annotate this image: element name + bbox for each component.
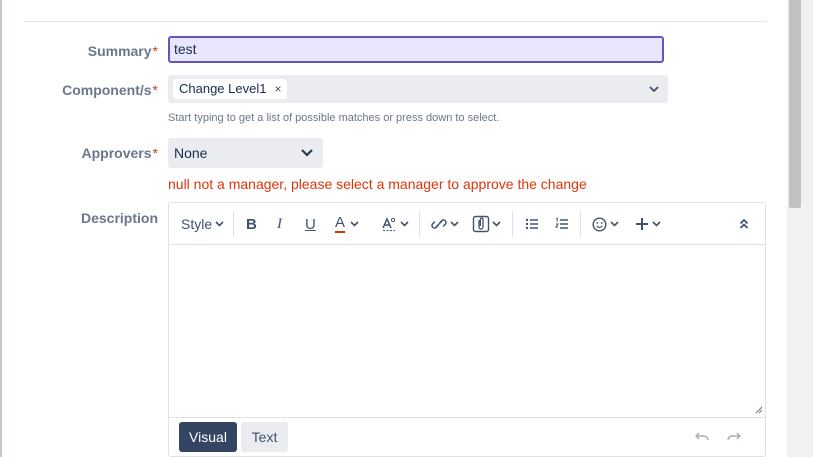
approvers-label: Approvers* [82, 145, 158, 161]
emoji-icon [592, 216, 607, 232]
collapse-toolbar-button[interactable] [739, 213, 749, 235]
more-formatting-button[interactable] [381, 213, 409, 235]
summary-label: Summary* [88, 43, 158, 59]
description-textarea[interactable] [169, 245, 765, 417]
attachment-button[interactable] [472, 213, 501, 235]
required-marker: * [152, 82, 158, 98]
chevron-down-icon [215, 221, 224, 227]
components-label: Component/s* [62, 82, 158, 98]
component-chip: Change Level1 × [173, 79, 288, 99]
redo-icon[interactable] [727, 432, 741, 442]
emoji-button[interactable] [592, 213, 619, 235]
approvers-error: null not a manager, please select a mana… [168, 176, 587, 192]
numbered-list-icon [555, 217, 568, 229]
summary-value: test [174, 41, 197, 57]
required-marker: * [152, 43, 158, 59]
italic-icon[interactable]: I [277, 213, 282, 235]
summary-input[interactable]: test [168, 36, 664, 63]
underline-icon[interactable]: U [305, 213, 316, 235]
approvers-value: None [174, 145, 208, 161]
plus-icon [636, 218, 648, 230]
approvers-label-text: Approvers [81, 145, 152, 161]
components-helper-text: Start typing to get a list of possible m… [168, 112, 500, 124]
resize-handle-icon[interactable] [755, 406, 763, 414]
chevron-down-icon [652, 221, 661, 227]
editor-footer: Visual Text [169, 417, 765, 457]
scrollbar-thumb[interactable] [789, 0, 801, 208]
editor-toolbar: Style B I U A [169, 203, 765, 245]
chevron-down-icon [450, 221, 459, 227]
style-dropdown[interactable]: Style [181, 213, 224, 235]
description-label: Description [81, 210, 158, 226]
link-button[interactable] [431, 213, 459, 235]
style-label: Style [181, 216, 213, 232]
attachment-icon [472, 215, 490, 233]
numbered-list-button[interactable] [555, 213, 569, 235]
description-editor: Style B I U A Visual Text [168, 202, 766, 457]
component-chip-label: Change Level1 [179, 81, 267, 96]
toolbar-separator [512, 211, 513, 237]
double-chevron-up-icon [739, 218, 749, 229]
components-select[interactable]: Change Level1 × [168, 75, 668, 103]
approvers-select[interactable]: None [168, 138, 323, 168]
chevron-down-icon [350, 221, 359, 227]
chevron-down-icon [610, 221, 619, 227]
insert-more-button[interactable] [635, 213, 661, 235]
text-color-icon: A [335, 214, 346, 233]
close-icon[interactable]: × [274, 79, 281, 99]
text-style-icon [382, 217, 396, 231]
summary-label-text: Summary [87, 43, 152, 59]
chevron-down-icon[interactable] [648, 83, 660, 95]
bullet-list-button[interactable] [525, 213, 539, 235]
toolbar-separator [580, 211, 581, 237]
components-label-text: Component/s [62, 82, 152, 98]
required-marker: * [152, 145, 158, 161]
page-left-border [0, 0, 2, 457]
undo-icon[interactable] [695, 432, 709, 442]
undo-redo-group [695, 432, 741, 442]
bullet-list-icon [525, 218, 538, 230]
section-divider [24, 21, 767, 22]
chevron-down-icon [400, 221, 409, 227]
text-mode-tab[interactable]: Text [241, 422, 288, 452]
visual-mode-tab[interactable]: Visual [179, 422, 237, 452]
toolbar-separator [419, 211, 420, 237]
toolbar-separator [233, 211, 234, 237]
chevron-down-icon [492, 221, 501, 227]
bold-icon[interactable]: B [246, 213, 257, 235]
link-icon [431, 219, 447, 229]
description-label-text: Description [80, 210, 158, 226]
chevron-down-icon[interactable] [300, 147, 314, 159]
text-color-button[interactable]: A [335, 213, 359, 235]
